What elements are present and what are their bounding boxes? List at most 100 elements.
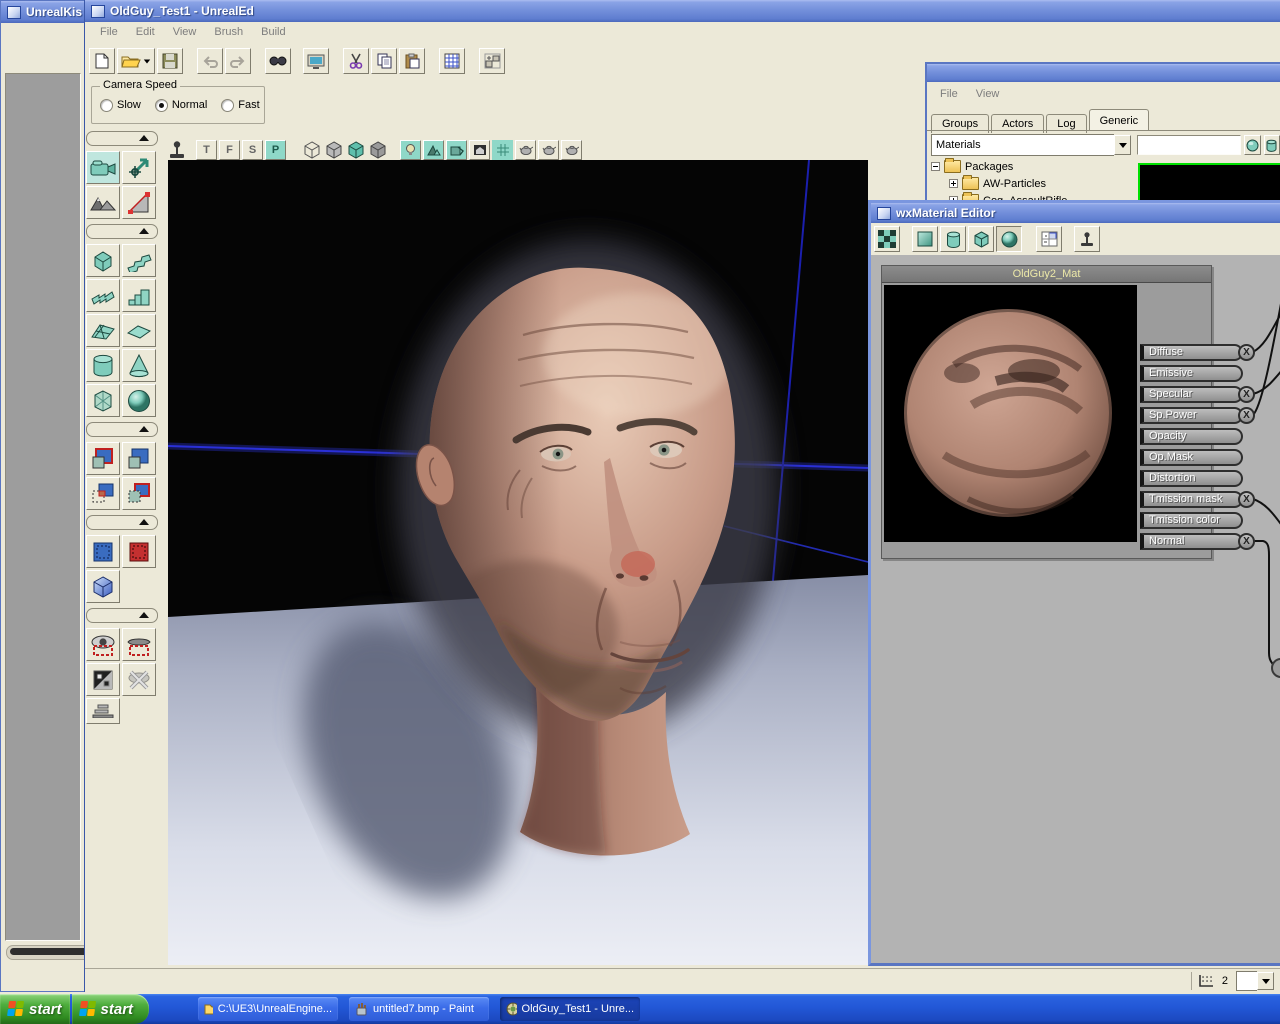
toolbar-section-header[interactable] <box>86 224 158 239</box>
disconnect-icon[interactable]: X <box>1238 386 1255 403</box>
preview-sphere-button[interactable] <box>1244 135 1261 155</box>
cylinder-brush-button[interactable] <box>86 349 120 382</box>
browser-search-input[interactable] <box>1137 135 1241 155</box>
material-editor-titlebar[interactable]: wxMaterial Editor <box>871 203 1280 223</box>
browser-menu-file[interactable]: File <box>931 85 967 103</box>
save-button[interactable] <box>157 48 183 74</box>
view-top-button[interactable]: T <box>196 140 217 160</box>
resource-type-combobox[interactable]: Materials <box>931 135 1131 155</box>
redo-button[interactable] <box>225 48 251 74</box>
preview-cube-button[interactable] <box>968 226 994 252</box>
tab-generic[interactable]: Generic <box>1089 109 1150 130</box>
sphere-brush-button[interactable] <box>122 384 156 417</box>
spiral-stair-brush-button[interactable] <box>86 279 120 312</box>
brush-order-button[interactable] <box>86 698 120 724</box>
toolbar-section-header[interactable] <box>86 422 158 437</box>
preview-cylinder-small-button[interactable] <box>1264 135 1280 155</box>
static-mesh-button[interactable] <box>86 570 120 603</box>
add-special-brush-button[interactable] <box>86 535 120 568</box>
channel-sp-power[interactable]: Sp.PowerX <box>1140 407 1243 424</box>
cut-button[interactable] <box>343 48 369 74</box>
volumetric-brush-button[interactable] <box>86 384 120 417</box>
new-file-button[interactable] <box>89 48 115 74</box>
menu-file[interactable]: File <box>91 23 127 41</box>
channel-emissive[interactable]: Emissive <box>1140 365 1243 382</box>
channel-specular[interactable]: SpecularX <box>1140 386 1243 403</box>
joystick-icon[interactable] <box>168 140 186 159</box>
undo-button[interactable] <box>197 48 223 74</box>
taskbar-button-unrealed[interactable]: OldGuy_Test1 - Unre... <box>500 997 640 1021</box>
show-terrain-button[interactable] <box>423 140 444 160</box>
browser-windows-button[interactable] <box>479 48 505 74</box>
preview-sphere-mode-button[interactable] <box>996 226 1022 252</box>
toolbar-section-header[interactable] <box>86 608 158 623</box>
preview-teapot-2-button[interactable] <box>538 140 559 160</box>
copy-button[interactable] <box>371 48 397 74</box>
camera-mode-button[interactable] <box>86 151 120 184</box>
textured-cube-icon[interactable] <box>346 140 366 159</box>
statusbar-combobox[interactable] <box>1236 972 1274 990</box>
geometry-mode-button[interactable] <box>122 186 156 219</box>
camera-speed-slow-radio[interactable]: Slow <box>100 99 141 112</box>
preview-teapot-1-button[interactable] <box>515 140 536 160</box>
background-toggle-button[interactable] <box>874 226 900 252</box>
toolbar-section-header[interactable] <box>86 131 158 146</box>
statusbar-combo-value[interactable] <box>1236 971 1257 991</box>
show-volumes-button[interactable] <box>446 140 467 160</box>
view-side-button[interactable]: S <box>242 140 263 160</box>
tree-label[interactable]: AW-Particles <box>983 178 1046 190</box>
channel-distortion[interactable]: Distortion <box>1140 470 1243 487</box>
menu-build[interactable]: Build <box>252 23 294 41</box>
hide-all-button[interactable] <box>122 663 156 696</box>
tree-item-packages[interactable]: Packages <box>931 158 1131 175</box>
channel-opacity[interactable]: Opacity <box>1140 428 1243 445</box>
sheet-brush-button[interactable] <box>122 314 156 347</box>
add-volume-button[interactable] <box>122 535 156 568</box>
menu-brush[interactable]: Brush <box>205 23 252 41</box>
show-selected-button[interactable] <box>86 628 120 661</box>
disconnect-icon[interactable]: X <box>1238 344 1255 361</box>
offscreen-node-connector[interactable] <box>1272 659 1280 677</box>
collapse-icon[interactable] <box>931 162 940 171</box>
tree-label[interactable]: Packages <box>965 161 1013 173</box>
view-perspective-button[interactable]: P <box>265 140 286 160</box>
menu-view[interactable]: View <box>164 23 206 41</box>
linear-stair-brush-button[interactable] <box>122 279 156 312</box>
show-static-meshes-button[interactable] <box>469 140 490 160</box>
tessellated-sheet-brush-button[interactable] <box>86 314 120 347</box>
find-button[interactable] <box>265 48 291 74</box>
csg-subtract-button[interactable] <box>122 442 156 475</box>
unrealed-titlebar[interactable]: OldGuy_Test1 - UnrealEd <box>85 0 1280 22</box>
curved-stair-brush-button[interactable] <box>122 244 156 277</box>
csg-add-button[interactable] <box>86 442 120 475</box>
tree-item-aw-particles[interactable]: AW-Particles <box>931 175 1131 192</box>
cone-brush-button[interactable] <box>122 349 156 382</box>
show-grid-button[interactable] <box>492 140 513 160</box>
toolbar-section-header[interactable] <box>86 515 158 530</box>
terrain-mode-button[interactable] <box>86 186 120 219</box>
resource-type-value[interactable]: Materials <box>931 134 1114 156</box>
camera-speed-fast-radio[interactable]: Fast <box>221 99 259 112</box>
perspective-viewport[interactable] <box>168 160 868 965</box>
paste-button[interactable] <box>399 48 425 74</box>
camera-speed-normal-radio[interactable]: Normal <box>155 99 207 112</box>
fullscreen-button[interactable] <box>303 48 329 74</box>
preview-teapot-3-button[interactable] <box>561 140 582 160</box>
channel-tmission-mask[interactable]: Tmission maskX <box>1140 491 1243 508</box>
disconnect-icon[interactable]: X <box>1238 491 1255 508</box>
channel-diffuse[interactable]: DiffuseX <box>1140 344 1243 361</box>
translate-widget-button[interactable] <box>122 151 156 184</box>
wireframe-cube-icon[interactable] <box>302 140 322 159</box>
browser-menu-view[interactable]: View <box>967 85 1009 103</box>
resource-type-dropdown[interactable] <box>1114 135 1131 155</box>
statusbar-combo-dropdown[interactable] <box>1257 972 1274 990</box>
invert-selection-button[interactable] <box>86 663 120 696</box>
channel-op-mask[interactable]: Op.Mask <box>1140 449 1243 466</box>
realtime-preview-button[interactable] <box>1074 226 1100 252</box>
csg-deintersect-button[interactable] <box>122 477 156 510</box>
taskbar-button-explorer[interactable]: C:\UE3\UnrealEngine... <box>198 997 338 1021</box>
cube-brush-button[interactable] <box>86 244 120 277</box>
view-front-button[interactable]: F <box>219 140 240 160</box>
show-sprites-button[interactable] <box>400 140 421 160</box>
kismet-canvas[interactable] <box>5 73 81 941</box>
